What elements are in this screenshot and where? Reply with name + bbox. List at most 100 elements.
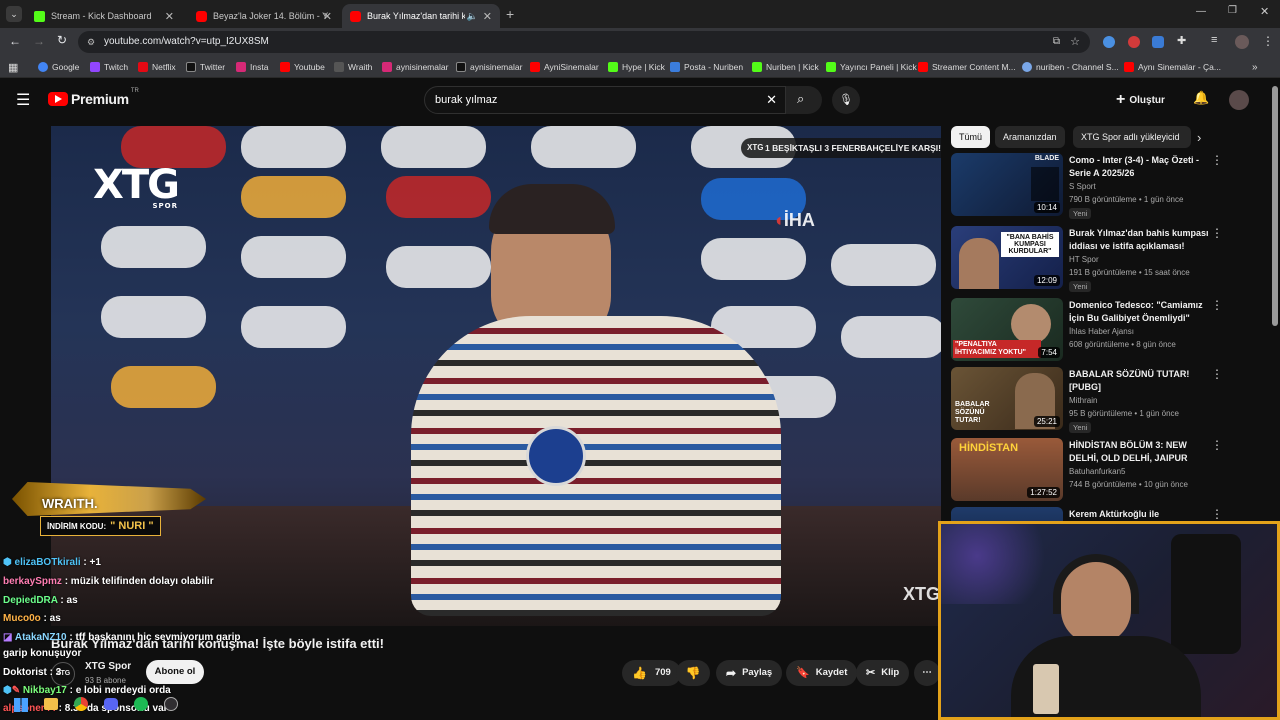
profile-avatar[interactable] <box>1235 35 1249 49</box>
bookmark-wraith[interactable]: Wraith <box>334 60 372 74</box>
tab-burak-yilmaz[interactable]: Burak Yılmaz'dan tarihi konu 🔈 ✕ <box>342 4 500 28</box>
bookmarks-overflow-icon[interactable]: » <box>1252 60 1258 74</box>
bookmark-netflix[interactable]: Netflix <box>138 60 176 74</box>
share-button[interactable]: ➦ Paylaş <box>716 660 783 686</box>
close-icon[interactable]: ✕ <box>483 10 492 23</box>
bookmark-aynisinemalar-x[interactable]: aynisinemalar <box>456 60 522 74</box>
bookmark-twitter[interactable]: Twitter <box>186 60 225 74</box>
bookmark-google[interactable]: Google <box>38 60 79 74</box>
more-options-icon[interactable]: ⋮ <box>1211 226 1223 240</box>
channel-name[interactable]: İhlas Haber Ajansı <box>1069 327 1134 336</box>
wraith-icon <box>334 62 344 72</box>
create-button[interactable]: + Oluştur <box>1116 88 1165 112</box>
windows-start-icon[interactable] <box>14 698 28 712</box>
audio-icon[interactable]: 🔈 <box>467 11 478 22</box>
close-icon[interactable]: ✕ <box>165 10 174 23</box>
folder-icon[interactable] <box>44 698 58 710</box>
recommendation-item[interactable]: "BANA BAHİS KUMPASI KURDULAR" 12:09 Bura… <box>951 226 1223 292</box>
more-options-icon[interactable]: ⋮ <box>1211 507 1223 521</box>
channel-name[interactable]: XTG Spor <box>85 661 131 672</box>
bookmark-star-icon[interactable]: ☆ <box>1070 31 1080 53</box>
close-icon[interactable]: ✕ <box>323 10 332 23</box>
bookmark-youtube[interactable]: Youtube <box>280 60 325 74</box>
back-button[interactable]: ← <box>9 34 21 48</box>
recommendation-item[interactable]: "PENALTIYA İHTIYACIMIZ YOKTU" 7:54 Domen… <box>951 298 1223 364</box>
video-thumbnail[interactable]: BABALAR SÖZÜNÜ TUTAR! 25:21 <box>951 367 1063 430</box>
browser-menu-icon[interactable]: ⋮ <box>1262 34 1274 48</box>
restore-button[interactable]: ❐ <box>1228 5 1237 16</box>
channel-name[interactable]: Mithrain <box>1069 396 1097 405</box>
tab-beyazla-joker[interactable]: Beyaz'la Joker 14. Bölüm - YouT ✕ <box>188 4 340 28</box>
chevron-right-icon[interactable]: › <box>1197 130 1201 145</box>
tab-kick-dashboard[interactable]: Stream - Kick Dashboard ✕ <box>26 4 182 28</box>
bookmark-nuriben-kick[interactable]: Nuriben | Kick <box>752 60 819 74</box>
window-close-button[interactable]: ✕ <box>1260 5 1269 18</box>
create-label: Oluştur <box>1129 94 1165 106</box>
clear-search-icon[interactable]: ✕ <box>766 87 777 113</box>
bookmark-streamer-content[interactable]: Streamer Content M... <box>918 60 1016 74</box>
recommendation-item[interactable]: BLADE 10:14 Como - Inter (3-4) - Maç Öze… <box>951 153 1223 219</box>
subscribe-button[interactable]: Abone ol <box>146 660 204 684</box>
more-actions-button[interactable]: ⋯ <box>914 660 940 686</box>
bookmark-ayni-sinemalar[interactable]: Aynı Sinemalar - Ça... <box>1124 60 1221 74</box>
bookmark-posta[interactable]: Posta - Nuriben <box>670 60 743 74</box>
install-icon[interactable]: ⧉ <box>1053 31 1060 53</box>
video-card-banner[interactable]: XTG 1 BEŞİKTAŞLI 3 FENERBAHÇELİYE KARŞI!… <box>741 138 941 158</box>
chip-xtg-uploads[interactable]: XTG Spor adlı yükleyicid <box>1073 126 1191 148</box>
account-avatar[interactable] <box>1229 90 1249 110</box>
video-thumbnail[interactable]: "PENALTIYA İHTIYACIMIZ YOKTU" 7:54 <box>951 298 1063 361</box>
obs-icon[interactable] <box>164 697 178 711</box>
bookmark-twitch[interactable]: Twitch <box>90 60 128 74</box>
more-options-icon[interactable]: ⋮ <box>1211 153 1223 167</box>
video-thumbnail[interactable]: BLADE 10:14 <box>951 153 1063 216</box>
new-tab-button[interactable]: + <box>506 6 514 22</box>
chrome-icon[interactable] <box>74 697 88 711</box>
minimize-button[interactable]: — <box>1196 6 1206 17</box>
sponsor-brand: WRAITH. <box>42 496 98 511</box>
chip-from-search[interactable]: Aramanızdan <box>995 126 1065 148</box>
extension-icon[interactable] <box>1128 36 1140 48</box>
media-control-icon[interactable]: ≡ <box>1211 34 1217 46</box>
search-input[interactable]: burak yılmaz ✕ <box>424 86 786 114</box>
bookmark-hype-kick[interactable]: Hype | Kick <box>608 60 665 74</box>
extensions-puzzle-icon[interactable]: ✚ <box>1177 34 1186 47</box>
search-button[interactable]: ⌕ <box>786 86 822 114</box>
bookmark-yayinci-paneli[interactable]: Yayıncı Paneli | Kick <box>826 60 917 74</box>
clip-button[interactable]: ✂ Klip <box>856 660 910 686</box>
like-button[interactable]: 👍 709 <box>622 660 681 686</box>
bookmark-aynisinemalar[interactable]: aynisinemalar <box>382 60 448 74</box>
notifications-bell-icon[interactable]: 🔔 <box>1193 90 1209 106</box>
hamburger-menu-icon[interactable]: ☰ <box>16 90 30 110</box>
apps-icon[interactable]: ▦ <box>8 60 18 74</box>
forward-button[interactable]: → <box>33 34 45 48</box>
bookmark-nuriben-channel[interactable]: nuriben - Channel S... <box>1022 60 1119 74</box>
spotify-icon[interactable] <box>134 697 148 711</box>
extension-icon[interactable] <box>1103 36 1115 48</box>
video-thumbnail[interactable]: HİNDİSTAN 1:27:52 <box>951 438 1063 501</box>
recommendation-item[interactable]: BABALAR SÖZÜNÜ TUTAR! 25:21 BABALAR SÖZÜ… <box>951 367 1223 433</box>
extension-icon[interactable] <box>1152 36 1164 48</box>
dislike-button[interactable]: 👎 <box>676 660 710 686</box>
page-scrollbar[interactable] <box>1272 86 1278 326</box>
youtube-logo[interactable]: Premium TR <box>48 88 139 107</box>
address-bar[interactable]: ⚙ youtube.com/watch?v=utp_I2UX8SM ⧉ ☆ <box>78 31 1090 53</box>
voice-search-button[interactable]: 🎙 <box>832 86 860 114</box>
save-button[interactable]: 🔖 Kaydet <box>786 660 858 686</box>
youtube-icon <box>918 62 928 72</box>
more-options-icon[interactable]: ⋮ <box>1211 298 1223 312</box>
more-options-icon[interactable]: ⋮ <box>1211 438 1223 452</box>
video-thumbnail[interactable]: "BANA BAHİS KUMPASI KURDULAR" 12:09 <box>951 226 1063 289</box>
tab-search-icon[interactable]: ⌄ <box>6 6 22 22</box>
more-options-icon[interactable]: ⋮ <box>1211 367 1223 381</box>
reload-button[interactable]: ↻ <box>57 33 67 47</box>
channel-name[interactable]: HT Spor <box>1069 255 1099 264</box>
recommendation-item[interactable]: HİNDİSTAN 1:27:52 HİNDİSTAN BÖLÜM 3: NEW… <box>951 438 1223 504</box>
chip-all[interactable]: Tümü <box>951 126 991 148</box>
channel-name[interactable]: Batuhanfurkan5 <box>1069 467 1126 476</box>
video-player[interactable]: XTG SPOR XTG 1 BEŞİKTAŞLI 3 FENERBAHÇELİ… <box>51 126 941 626</box>
discord-icon[interactable] <box>104 698 118 710</box>
bookmark-aynisinemalar-yt[interactable]: AyniSinemalar <box>530 60 599 74</box>
site-info-icon[interactable]: ⚙ <box>87 31 95 53</box>
channel-name[interactable]: S Sport <box>1069 182 1096 191</box>
bookmark-insta[interactable]: Insta <box>236 60 268 74</box>
